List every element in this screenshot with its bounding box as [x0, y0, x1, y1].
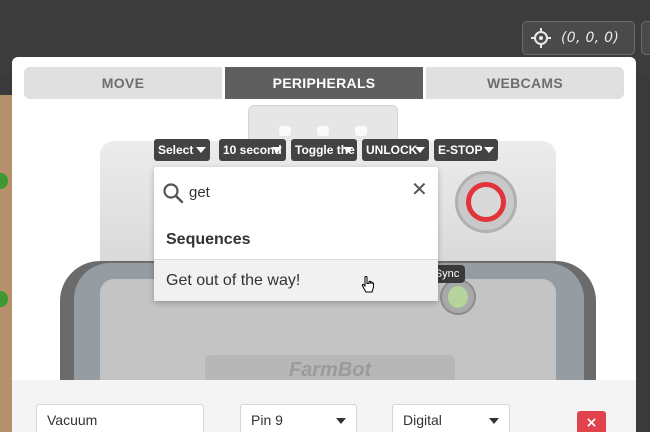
chevron-down-icon — [196, 147, 206, 153]
led-indicator — [440, 279, 476, 315]
chevron-down-icon — [336, 418, 346, 424]
chevron-down-icon — [343, 147, 353, 153]
toggle-dropdown[interactable]: Toggle the — [291, 139, 357, 161]
search-input[interactable] — [189, 180, 399, 204]
sequence-search-popup: ✕ Sequences Get out of the way! — [154, 167, 438, 301]
plant-icon — [0, 291, 8, 307]
pin-select[interactable]: Pin 9 — [240, 404, 357, 432]
delete-x-icon: × — [585, 415, 598, 431]
estop-dropdown[interactable]: E-STOP — [434, 139, 498, 161]
close-icon[interactable]: ✕ — [411, 177, 428, 201]
chevron-down-icon — [489, 418, 499, 424]
tab-peripherals[interactable]: PERIPHERALS — [225, 67, 423, 99]
search-result-item[interactable]: Get out of the way! — [154, 260, 438, 301]
results-section-title: Sequences — [166, 231, 251, 248]
mode-select[interactable]: Digital — [392, 404, 510, 432]
menu-button-partial[interactable] — [641, 21, 650, 55]
delete-peripheral-button[interactable]: × — [577, 411, 606, 432]
peripheral-name-field[interactable]: Vacuum — [36, 404, 204, 432]
select-dropdown[interactable]: Select — [154, 139, 210, 161]
duration-dropdown[interactable]: 10 second — [219, 139, 286, 161]
dropdown-label: UNLOCK — [366, 143, 418, 157]
garden-map-strip — [0, 95, 12, 432]
farmbot-logo: FarmBot — [205, 355, 455, 382]
tab-webcams[interactable]: WEBCAMS — [426, 67, 624, 99]
pin-select-value: Pin 9 — [251, 412, 283, 428]
dropdown-label: E-STOP — [438, 143, 483, 157]
coordinates-button[interactable]: (0, 0, 0) — [522, 21, 635, 55]
tab-move[interactable]: MOVE — [24, 67, 222, 99]
estop-button-illustration[interactable] — [455, 171, 517, 233]
plant-icon — [0, 173, 8, 189]
tab-bar: MOVE PERIPHERALS WEBCAMS — [24, 67, 624, 99]
chevron-down-icon — [415, 147, 425, 153]
search-row: ✕ — [154, 167, 438, 217]
chevron-down-icon — [484, 147, 494, 153]
coordinates-readout: (0, 0, 0) — [561, 30, 620, 46]
crosshair-icon — [531, 28, 551, 48]
hand-cursor-icon — [361, 276, 374, 293]
chevron-down-icon — [272, 147, 282, 153]
unlock-dropdown[interactable]: UNLOCK — [362, 139, 429, 161]
search-icon — [163, 183, 184, 204]
mode-select-value: Digital — [403, 412, 442, 428]
dropdown-label: Select — [158, 143, 194, 157]
